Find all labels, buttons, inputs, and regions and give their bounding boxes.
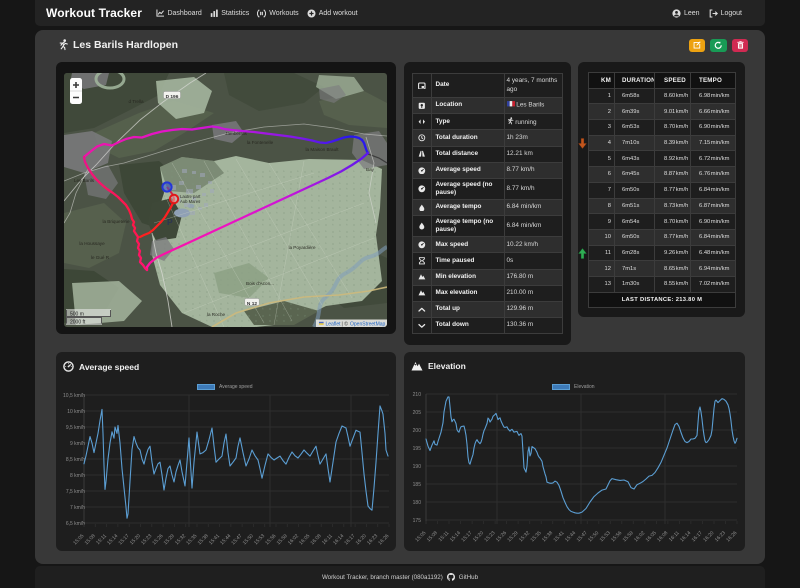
svg-text:| ©: | ©: [342, 320, 349, 327]
svg-text:Bois d'Acon...: Bois d'Acon...: [246, 281, 274, 286]
svg-text:16:08: 16:08: [656, 530, 669, 543]
svg-text:180: 180: [413, 500, 422, 506]
svg-text:15:38: 15:38: [197, 533, 210, 546]
svg-text:7 km/h: 7 km/h: [70, 505, 85, 511]
svg-text:16:20: 16:20: [355, 533, 368, 546]
svg-text:15:29: 15:29: [163, 533, 176, 546]
svg-text:200: 200: [413, 428, 422, 434]
svg-text:16:11: 16:11: [321, 533, 334, 546]
svg-text:la Houssaye: la Houssaye: [79, 241, 105, 246]
svg-text:15:53: 15:53: [253, 533, 266, 546]
svg-text:16:26: 16:26: [377, 533, 390, 546]
svg-text:16:05: 16:05: [645, 530, 658, 543]
svg-text:175: 175: [413, 518, 422, 524]
svg-text:190: 190: [413, 464, 422, 470]
svg-text:15:35: 15:35: [530, 530, 543, 543]
svg-text:15:32: 15:32: [174, 533, 187, 546]
svg-text:15:32: 15:32: [518, 530, 531, 543]
svg-text:15:20: 15:20: [472, 530, 485, 543]
svg-text:9,5 km/h: 9,5 km/h: [66, 425, 85, 431]
svg-text:210: 210: [413, 392, 422, 398]
svg-text:16:14: 16:14: [679, 530, 692, 543]
svg-text:la Poyardière: la Poyardière: [288, 245, 316, 250]
svg-text:2000 ft: 2000 ft: [70, 320, 86, 326]
svg-text:15:08: 15:08: [426, 530, 439, 543]
svg-text:15:38: 15:38: [541, 530, 554, 543]
svg-text:16:26: 16:26: [725, 530, 738, 543]
svg-text:15:08: 15:08: [84, 533, 97, 546]
svg-text:15:05: 15:05: [414, 530, 427, 543]
svg-text:15:14: 15:14: [449, 530, 462, 543]
svg-text:15:26: 15:26: [151, 533, 164, 546]
svg-text:la Roche: la Roche: [207, 312, 226, 317]
svg-text:16:17: 16:17: [343, 533, 356, 546]
svg-text:16:02: 16:02: [633, 530, 646, 543]
svg-text:16:14: 16:14: [332, 533, 345, 546]
svg-text:205: 205: [413, 410, 422, 416]
svg-text:15:17: 15:17: [460, 530, 473, 543]
svg-text:15:11: 15:11: [438, 530, 451, 543]
svg-text:15:59: 15:59: [276, 533, 289, 546]
svg-text:16:23: 16:23: [714, 530, 727, 543]
svg-text:16:11: 16:11: [668, 530, 681, 543]
svg-text:16:02: 16:02: [287, 533, 300, 546]
svg-text:Bay: Bay: [366, 167, 375, 172]
svg-text:15:44: 15:44: [219, 533, 232, 546]
svg-text:la Maison Brault: la Maison Brault: [306, 147, 340, 152]
svg-text:15:23: 15:23: [483, 530, 496, 543]
svg-text:15:47: 15:47: [230, 533, 243, 546]
svg-text:15:29: 15:29: [506, 530, 519, 543]
svg-text:16:23: 16:23: [366, 533, 379, 546]
svg-text:15:50: 15:50: [242, 533, 255, 546]
svg-text:d Trella: d Trella: [128, 99, 144, 104]
svg-text:15:05: 15:05: [72, 533, 85, 546]
svg-text:6,5 km/h: 6,5 km/h: [66, 521, 85, 527]
svg-text:16:17: 16:17: [691, 530, 704, 543]
svg-text:10 km/h: 10 km/h: [67, 409, 85, 415]
svg-text:15:41: 15:41: [208, 533, 221, 546]
svg-text:15:41: 15:41: [553, 530, 566, 543]
svg-text:15:26: 15:26: [495, 530, 508, 543]
svg-text:500 m: 500 m: [70, 312, 84, 318]
svg-text:16:05: 16:05: [298, 533, 311, 546]
svg-text:15:23: 15:23: [140, 533, 153, 546]
svg-text:15:35: 15:35: [185, 533, 198, 546]
svg-text:16:08: 16:08: [310, 533, 323, 546]
svg-text:Leaflet: Leaflet: [326, 321, 342, 327]
svg-text:N 12: N 12: [247, 301, 257, 307]
svg-text:15:56: 15:56: [610, 530, 623, 543]
svg-text:7,5 km/h: 7,5 km/h: [66, 489, 85, 495]
svg-text:OpenStreetMap: OpenStreetMap: [350, 321, 386, 327]
svg-text:8 km/h: 8 km/h: [70, 473, 85, 479]
svg-text:10,5 km/h: 10,5 km/h: [63, 393, 85, 399]
svg-text:Les Barils: Les Barils: [74, 178, 95, 183]
svg-text:185: 185: [413, 482, 422, 488]
svg-text:8,5 km/h: 8,5 km/h: [66, 457, 85, 463]
svg-text:15:11: 15:11: [95, 533, 108, 546]
svg-text:la Briqueterie: la Briqueterie: [102, 219, 130, 224]
svg-text:15:14: 15:14: [106, 533, 119, 546]
svg-text:P: P: [167, 217, 173, 227]
svg-text:15:44: 15:44: [564, 530, 577, 543]
svg-text:15:50: 15:50: [587, 530, 600, 543]
svg-text:Aub Mares: Aub Mares: [180, 199, 200, 204]
svg-text:15:53: 15:53: [599, 530, 612, 543]
svg-text:16:20: 16:20: [702, 530, 715, 543]
svg-text:15:56: 15:56: [264, 533, 277, 546]
svg-text:15:47: 15:47: [576, 530, 589, 543]
svg-text:195: 195: [413, 446, 422, 452]
svg-text:le Gué R: le Gué R: [91, 255, 110, 260]
svg-text:la Fontenelle: la Fontenelle: [247, 140, 274, 145]
svg-text:15:20: 15:20: [129, 533, 142, 546]
svg-text:9 km/h: 9 km/h: [70, 441, 85, 447]
svg-text:D 196: D 196: [166, 94, 179, 100]
svg-text:Jamberras: Jamberras: [225, 131, 247, 136]
svg-text:15:59: 15:59: [622, 530, 635, 543]
svg-text:15:17: 15:17: [118, 533, 131, 546]
